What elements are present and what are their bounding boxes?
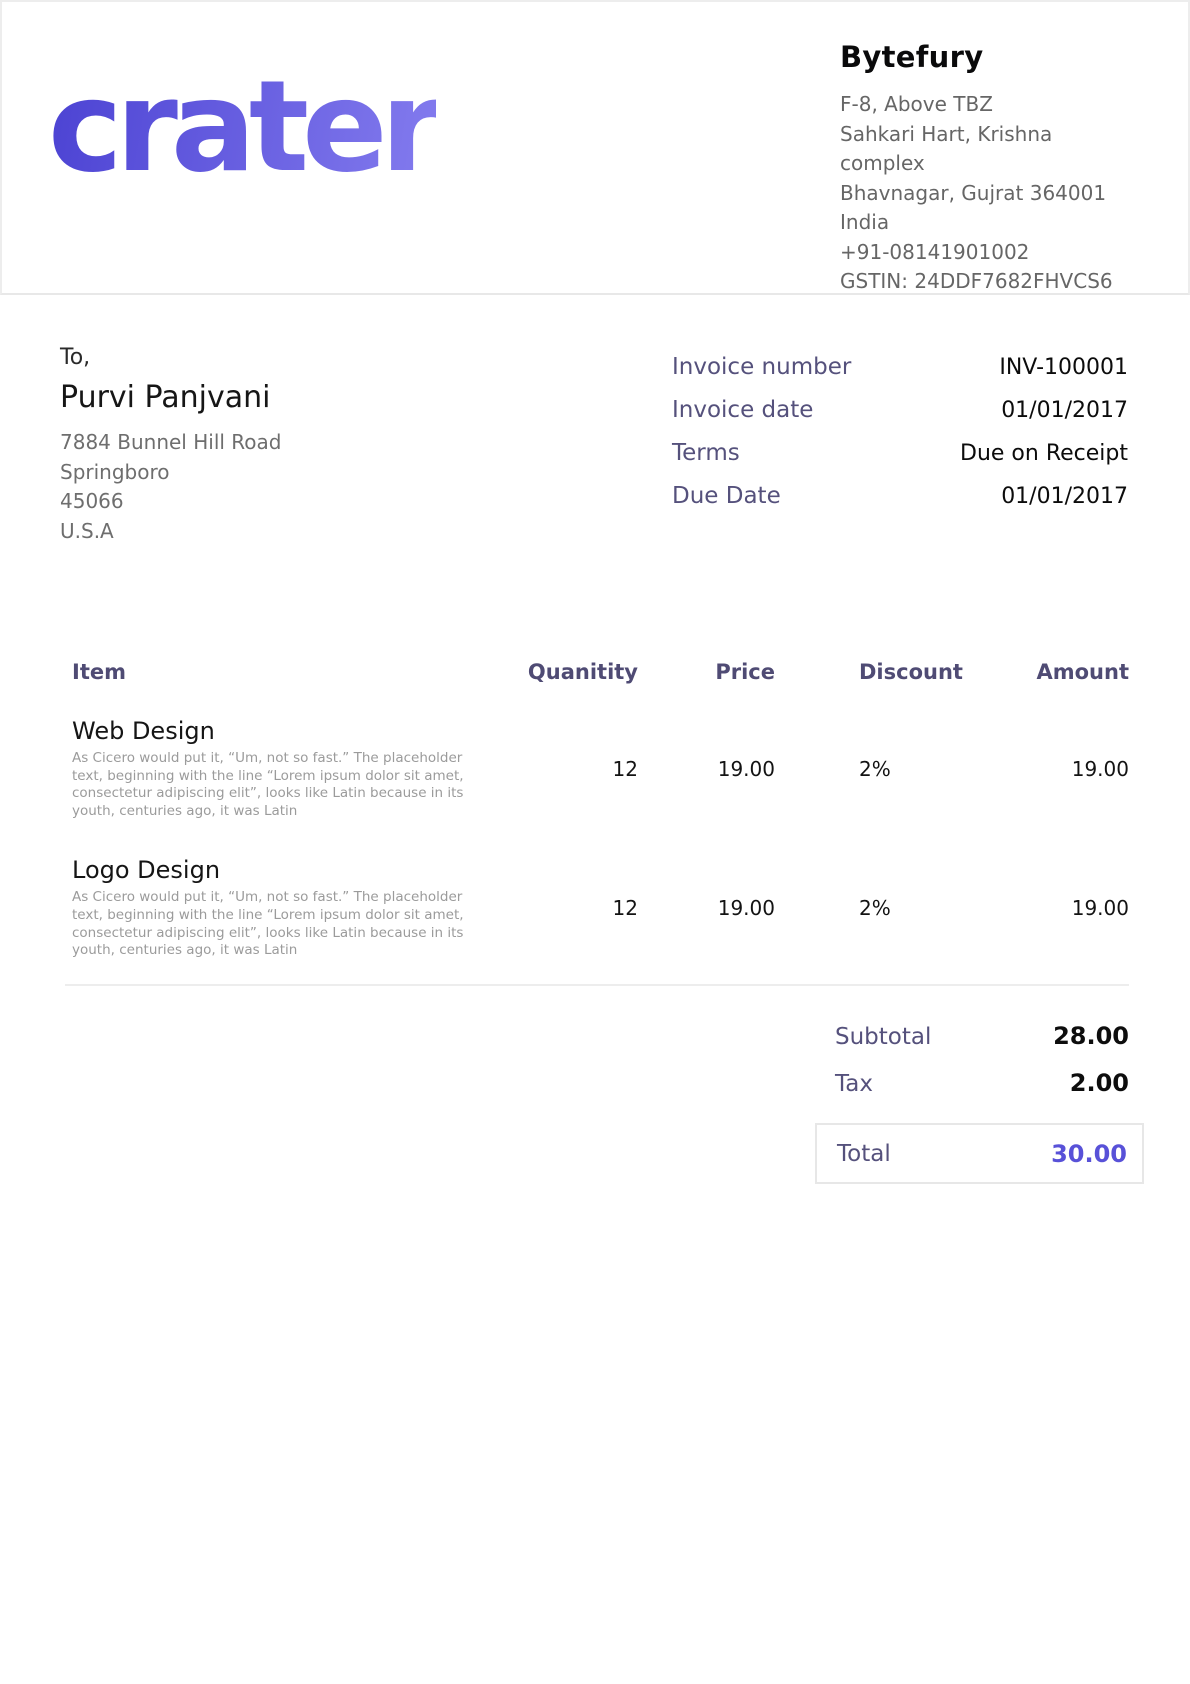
item-cell: Web Design As Cicero would put it, “Um, …	[65, 717, 525, 820]
due-date-value: 01/01/2017	[1001, 484, 1128, 509]
col-header-quantity: Quanitity	[525, 660, 638, 684]
company-gstin: GSTIN: 24DDF7682FHVCS6	[840, 267, 1138, 297]
invoice-header: crater Bytefury F-8, Above TBZ Sahkari H…	[0, 0, 1190, 295]
item-price: 19.00	[638, 896, 775, 920]
col-header-discount: Discount	[775, 660, 968, 684]
total-label: Total	[837, 1141, 891, 1167]
company-address-line: India	[840, 208, 1138, 238]
item-amount: 19.00	[968, 896, 1129, 920]
table-bottom-divider	[65, 984, 1129, 986]
items-table-header: Item Quanitity Price Discount Amount	[65, 660, 1129, 684]
company-address-line: Bhavnagar, Gujrat 364001	[840, 179, 1138, 209]
terms-label: Terms	[672, 440, 740, 466]
company-name: Bytefury	[840, 40, 1138, 74]
total-box: Total 30.00	[815, 1123, 1144, 1184]
bill-to-label: To,	[60, 345, 281, 370]
item-discount: 2%	[775, 896, 968, 920]
item-name: Web Design	[72, 717, 525, 745]
meta-row-due-date: Due Date 01/01/2017	[672, 483, 1128, 509]
client-address-line: 7884 Bunnel Hill Road	[60, 428, 281, 458]
col-header-amount: Amount	[968, 660, 1129, 684]
subtotal-value: 28.00	[1053, 1022, 1129, 1050]
item-description: As Cicero would put it, “Um, not so fast…	[72, 889, 496, 959]
invoice-date-label: Invoice date	[672, 397, 813, 423]
client-address-line: Springboro	[60, 458, 281, 488]
company-phone: +91-08141901002	[840, 238, 1138, 268]
due-date-label: Due Date	[672, 483, 781, 509]
invoice-number-value: INV-100001	[999, 355, 1128, 380]
total-value: 30.00	[1051, 1140, 1127, 1168]
item-cell: Logo Design As Cicero would put it, “Um,…	[65, 856, 525, 959]
bill-to-block: To, Purvi Panjvani 7884 Bunnel Hill Road…	[60, 345, 281, 546]
col-header-item: Item	[65, 660, 525, 684]
meta-row-invoice-date: Invoice date 01/01/2017	[672, 397, 1128, 423]
client-address-line: 45066	[60, 487, 281, 517]
invoice-meta: Invoice number INV-100001 Invoice date 0…	[672, 354, 1128, 546]
tax-label: Tax	[835, 1071, 873, 1097]
item-quantity: 12	[525, 896, 638, 920]
table-row: Logo Design As Cicero would put it, “Um,…	[65, 856, 1129, 959]
billing-section: To, Purvi Panjvani 7884 Bunnel Hill Road…	[60, 345, 1128, 546]
item-discount: 2%	[775, 757, 968, 781]
subtotal-label: Subtotal	[835, 1024, 931, 1050]
company-address-line: F-8, Above TBZ	[840, 90, 1138, 120]
item-price: 19.00	[638, 757, 775, 781]
company-address-line: Sahkari Hart, Krishna complex	[840, 120, 1138, 179]
col-header-price: Price	[638, 660, 775, 684]
table-row: Web Design As Cicero would put it, “Um, …	[65, 717, 1129, 820]
item-quantity: 12	[525, 757, 638, 781]
invoice-date-value: 01/01/2017	[1001, 398, 1128, 423]
company-block: Bytefury F-8, Above TBZ Sahkari Hart, Kr…	[840, 40, 1138, 293]
terms-value: Due on Receipt	[960, 441, 1128, 466]
items-table: Item Quanitity Price Discount Amount Web…	[65, 660, 1129, 986]
client-address-line: U.S.A	[60, 517, 281, 547]
item-description: As Cicero would put it, “Um, not so fast…	[72, 750, 496, 820]
tax-row: Tax 2.00	[815, 1069, 1144, 1097]
tax-value: 2.00	[1070, 1069, 1129, 1097]
meta-row-invoice-number: Invoice number INV-100001	[672, 354, 1128, 380]
client-address: 7884 Bunnel Hill Road Springboro 45066 U…	[60, 428, 281, 546]
meta-row-terms: Terms Due on Receipt	[672, 440, 1128, 466]
client-name: Purvi Panjvani	[60, 380, 281, 415]
invoice-number-label: Invoice number	[672, 354, 851, 380]
crater-logo: crater	[48, 64, 436, 293]
item-amount: 19.00	[968, 757, 1129, 781]
totals-section: Subtotal 28.00 Tax 2.00 Total 30.00	[815, 1022, 1144, 1184]
company-address: F-8, Above TBZ Sahkari Hart, Krishna com…	[840, 90, 1138, 297]
subtotal-row: Subtotal 28.00	[815, 1022, 1144, 1050]
item-name: Logo Design	[72, 856, 525, 884]
